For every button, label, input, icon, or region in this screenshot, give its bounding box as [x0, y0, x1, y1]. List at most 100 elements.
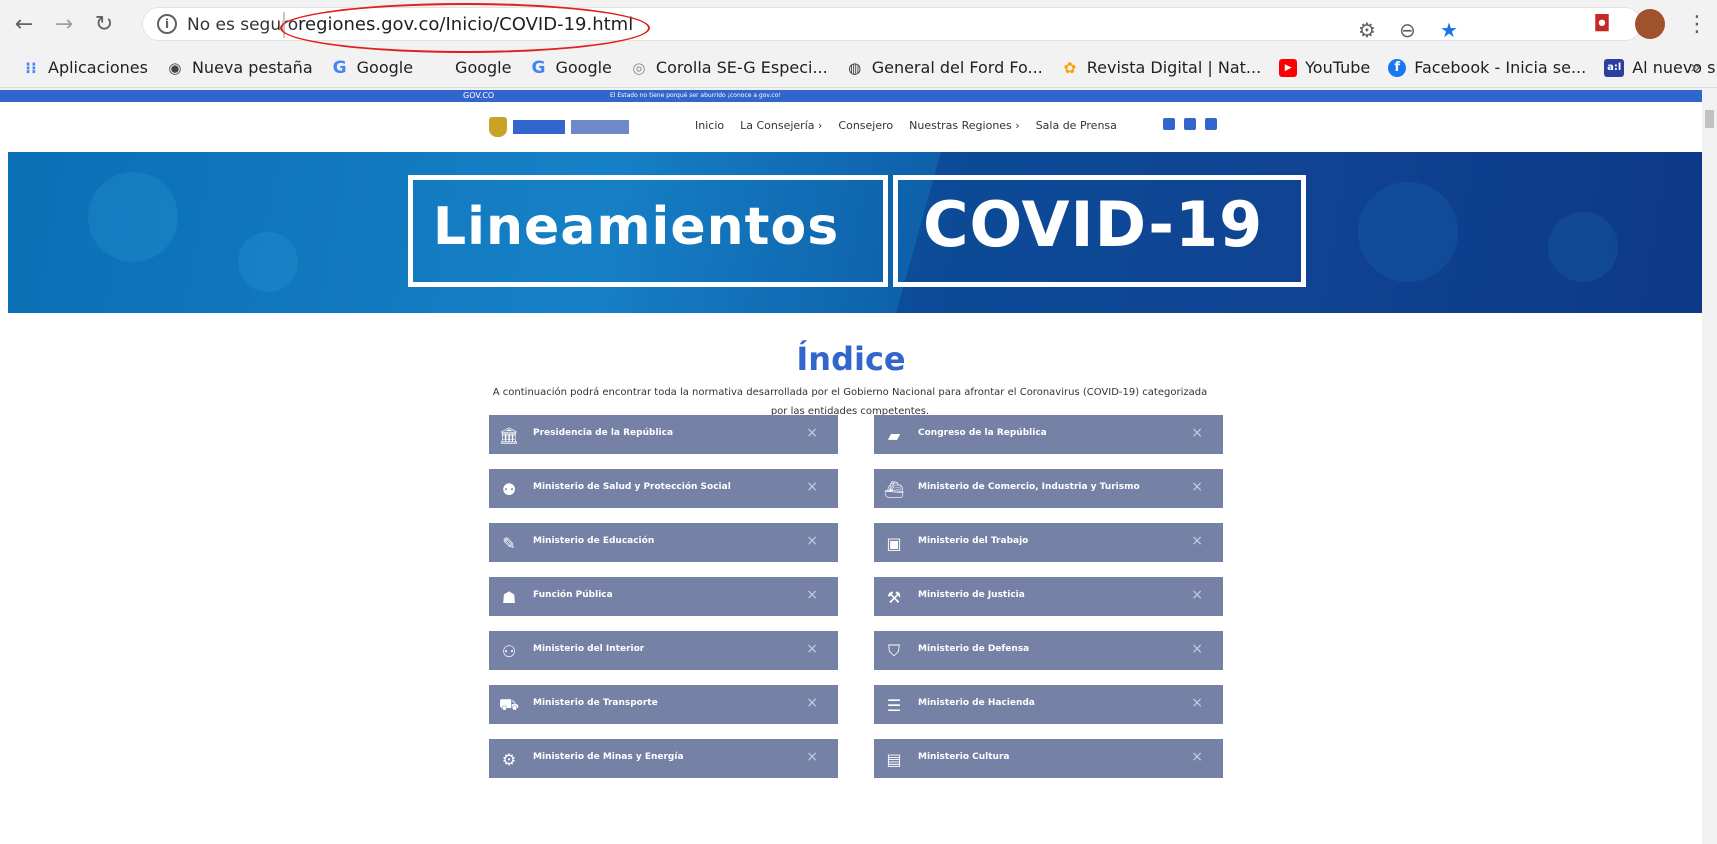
entity-label: Ministerio de Salud y Protección Social: [533, 482, 731, 492]
bookmark-google-3[interactable]: G Google: [529, 57, 611, 78]
close-icon[interactable]: ×: [806, 641, 818, 657]
government-building-icon: 🏛: [498, 425, 520, 445]
scrollbar-thumb[interactable]: [1705, 110, 1714, 128]
bookmark-google-1[interactable]: G Google: [331, 57, 413, 78]
reload-icon[interactable]: ↻: [90, 10, 118, 38]
forward-arrow-icon[interactable]: →: [50, 10, 78, 38]
entity-label: Ministerio del Trabajo: [918, 536, 1029, 546]
entity-defensa[interactable]: ⛉ Ministerio de Defensa ×: [874, 631, 1223, 670]
entity-educacion[interactable]: ✎ Ministerio de Educación ×: [489, 523, 838, 562]
hero-banner: Lineamientos COVID-19: [8, 152, 1702, 313]
nav-sala-de-prensa[interactable]: Sala de Prensa: [1036, 119, 1117, 132]
banner-word-covid: COVID-19: [923, 188, 1264, 261]
bookmark-youtube[interactable]: ▶ YouTube: [1279, 58, 1370, 77]
entity-interior[interactable]: ⚇ Ministerio del Interior ×: [489, 631, 838, 670]
bookmark-star-icon[interactable]: ★: [1440, 18, 1458, 42]
entity-label: Ministerio de Educación: [533, 536, 655, 546]
instagram-icon[interactable]: [1163, 118, 1175, 130]
close-icon[interactable]: ×: [1191, 479, 1203, 495]
entity-label: Ministerio de Hacienda: [918, 698, 1035, 708]
entity-congreso[interactable]: ▰ Congreso de la República ×: [874, 415, 1223, 454]
bookmark-label: Revista Digital | Nat...: [1086, 58, 1262, 77]
close-icon[interactable]: ×: [806, 695, 818, 711]
database-icon: ☰: [886, 695, 902, 715]
entity-salud[interactable]: ⚉ Ministerio de Salud y Protección Social…: [489, 469, 838, 508]
bookmark-label: Aplicaciones: [48, 58, 148, 77]
close-icon[interactable]: ×: [1191, 695, 1203, 711]
bookmark-corolla[interactable]: ◎ Corolla SE-G Especi...: [630, 58, 827, 77]
nav-la-consejeria[interactable]: La Consejería ›: [740, 119, 822, 132]
zoom-icon[interactable]: ⊖: [1399, 18, 1416, 42]
entity-label: Función Pública: [533, 590, 613, 600]
globe-icon: ◉: [168, 58, 182, 77]
entity-hacienda[interactable]: ☰ Ministerio de Hacienda ×: [874, 685, 1223, 724]
translate-icon[interactable]: ⚙: [1358, 18, 1376, 42]
close-icon[interactable]: ×: [1191, 587, 1203, 603]
back-arrow-icon[interactable]: ←: [10, 10, 38, 38]
close-icon[interactable]: ×: [806, 425, 818, 441]
bookmark-label: General del Ford Fo...: [871, 58, 1043, 77]
gavel-icon: ⚒: [886, 587, 902, 607]
close-icon[interactable]: ×: [806, 479, 818, 495]
entity-label: Ministerio de Comercio, Industria y Turi…: [918, 482, 1140, 492]
bookmark-nueva-pestana[interactable]: ◉ Nueva pestaña: [166, 58, 312, 77]
page-scrollbar[interactable]: [1702, 90, 1717, 844]
entity-label: Ministerio de Transporte: [533, 698, 658, 708]
entity-funcion-publica[interactable]: ☗ Función Pública ×: [489, 577, 838, 616]
bookmark-apps[interactable]: ⁝⁝ Aplicaciones: [22, 58, 148, 77]
entity-comercio[interactable]: ⛴ Ministerio de Comercio, Industria y Tur…: [874, 469, 1223, 508]
nav-nuestras-regiones[interactable]: Nuestras Regiones ›: [909, 119, 1020, 132]
web-page: GOV.CO El Estado no tiene porqué ser abu…: [0, 90, 1702, 844]
entity-cultura[interactable]: ▤ Ministerio Cultura ×: [874, 739, 1223, 778]
close-icon[interactable]: ×: [1191, 425, 1203, 441]
gov-logo[interactable]: GOV.CO: [463, 91, 494, 100]
menu-kebab-icon[interactable]: ⋮: [1683, 10, 1711, 38]
close-icon[interactable]: ×: [1191, 641, 1203, 657]
bookmark-revista[interactable]: ✿ Revista Digital | Nat...: [1061, 58, 1261, 77]
close-icon[interactable]: ×: [1191, 749, 1203, 765]
facebook-icon: f: [1388, 58, 1407, 77]
ship-icon: ⛴: [883, 479, 905, 499]
close-icon[interactable]: ×: [806, 533, 818, 549]
entity-minas[interactable]: ⚙ Ministerio de Minas y Energía ×: [489, 739, 838, 778]
site-header: Inicio La Consejería › Consejero Nuestra…: [0, 102, 1702, 152]
description-line-1: A continuación podrá encontrar toda la n…: [492, 387, 1208, 398]
twitter-icon[interactable]: [1205, 118, 1217, 130]
entity-transporte[interactable]: ⛟ Ministerio de Transporte ×: [489, 685, 838, 724]
logo-tag-primary: [513, 120, 565, 134]
facebook-icon[interactable]: [1184, 118, 1196, 130]
index-title: Índice: [796, 340, 906, 378]
close-icon[interactable]: ×: [806, 587, 818, 603]
banner-word-lineamientos: Lineamientos: [433, 197, 840, 257]
main-navigation: Inicio La Consejería › Consejero Nuestra…: [695, 119, 1117, 132]
entity-label: Ministerio de Defensa: [918, 644, 1030, 654]
bookmarks-more-button[interactable]: »: [1690, 57, 1701, 78]
virus-decoration: [238, 232, 298, 292]
user-icon: ☗: [501, 587, 517, 607]
youtube-icon: ▶: [1279, 58, 1298, 77]
pocket-extension-icon[interactable]: ◘: [1588, 10, 1616, 38]
entity-justicia[interactable]: ⚒ Ministerio de Justicia ×: [874, 577, 1223, 616]
close-icon[interactable]: ×: [806, 749, 818, 765]
pencil-icon: ✎: [502, 533, 516, 553]
bookmark-facebook[interactable]: f Facebook - Inicia se...: [1388, 58, 1586, 77]
toyota-icon: ◎: [632, 58, 646, 77]
bookmark-label: Google: [455, 58, 512, 77]
close-icon[interactable]: ×: [1191, 533, 1203, 549]
url-highlight-oval: [280, 3, 650, 53]
bookmark-ford[interactable]: ◍ General del Ford Fo...: [846, 58, 1043, 77]
profile-avatar[interactable]: [1635, 9, 1665, 39]
nav-consejero[interactable]: Consejero: [838, 119, 893, 132]
site-logo[interactable]: [489, 116, 639, 138]
info-icon[interactable]: i: [157, 14, 177, 34]
apps-grid-icon: ⁝⁝: [25, 58, 37, 77]
google-g-icon: G: [531, 57, 546, 78]
nav-inicio[interactable]: Inicio: [695, 119, 724, 132]
entity-presidencia[interactable]: 🏛 Presidencia de la República ×: [489, 415, 838, 454]
al-icon: a:l: [1604, 58, 1625, 77]
google-g-icon: G: [332, 57, 347, 78]
bookmark-google-2[interactable]: Google: [455, 58, 511, 77]
road-icon: ⛟: [498, 694, 520, 714]
entity-trabajo[interactable]: ▣ Ministerio del Trabajo ×: [874, 523, 1223, 562]
browser-toolbar: ← → ↻ i No es seguro regiones.gov.co/Ini…: [0, 0, 1717, 53]
